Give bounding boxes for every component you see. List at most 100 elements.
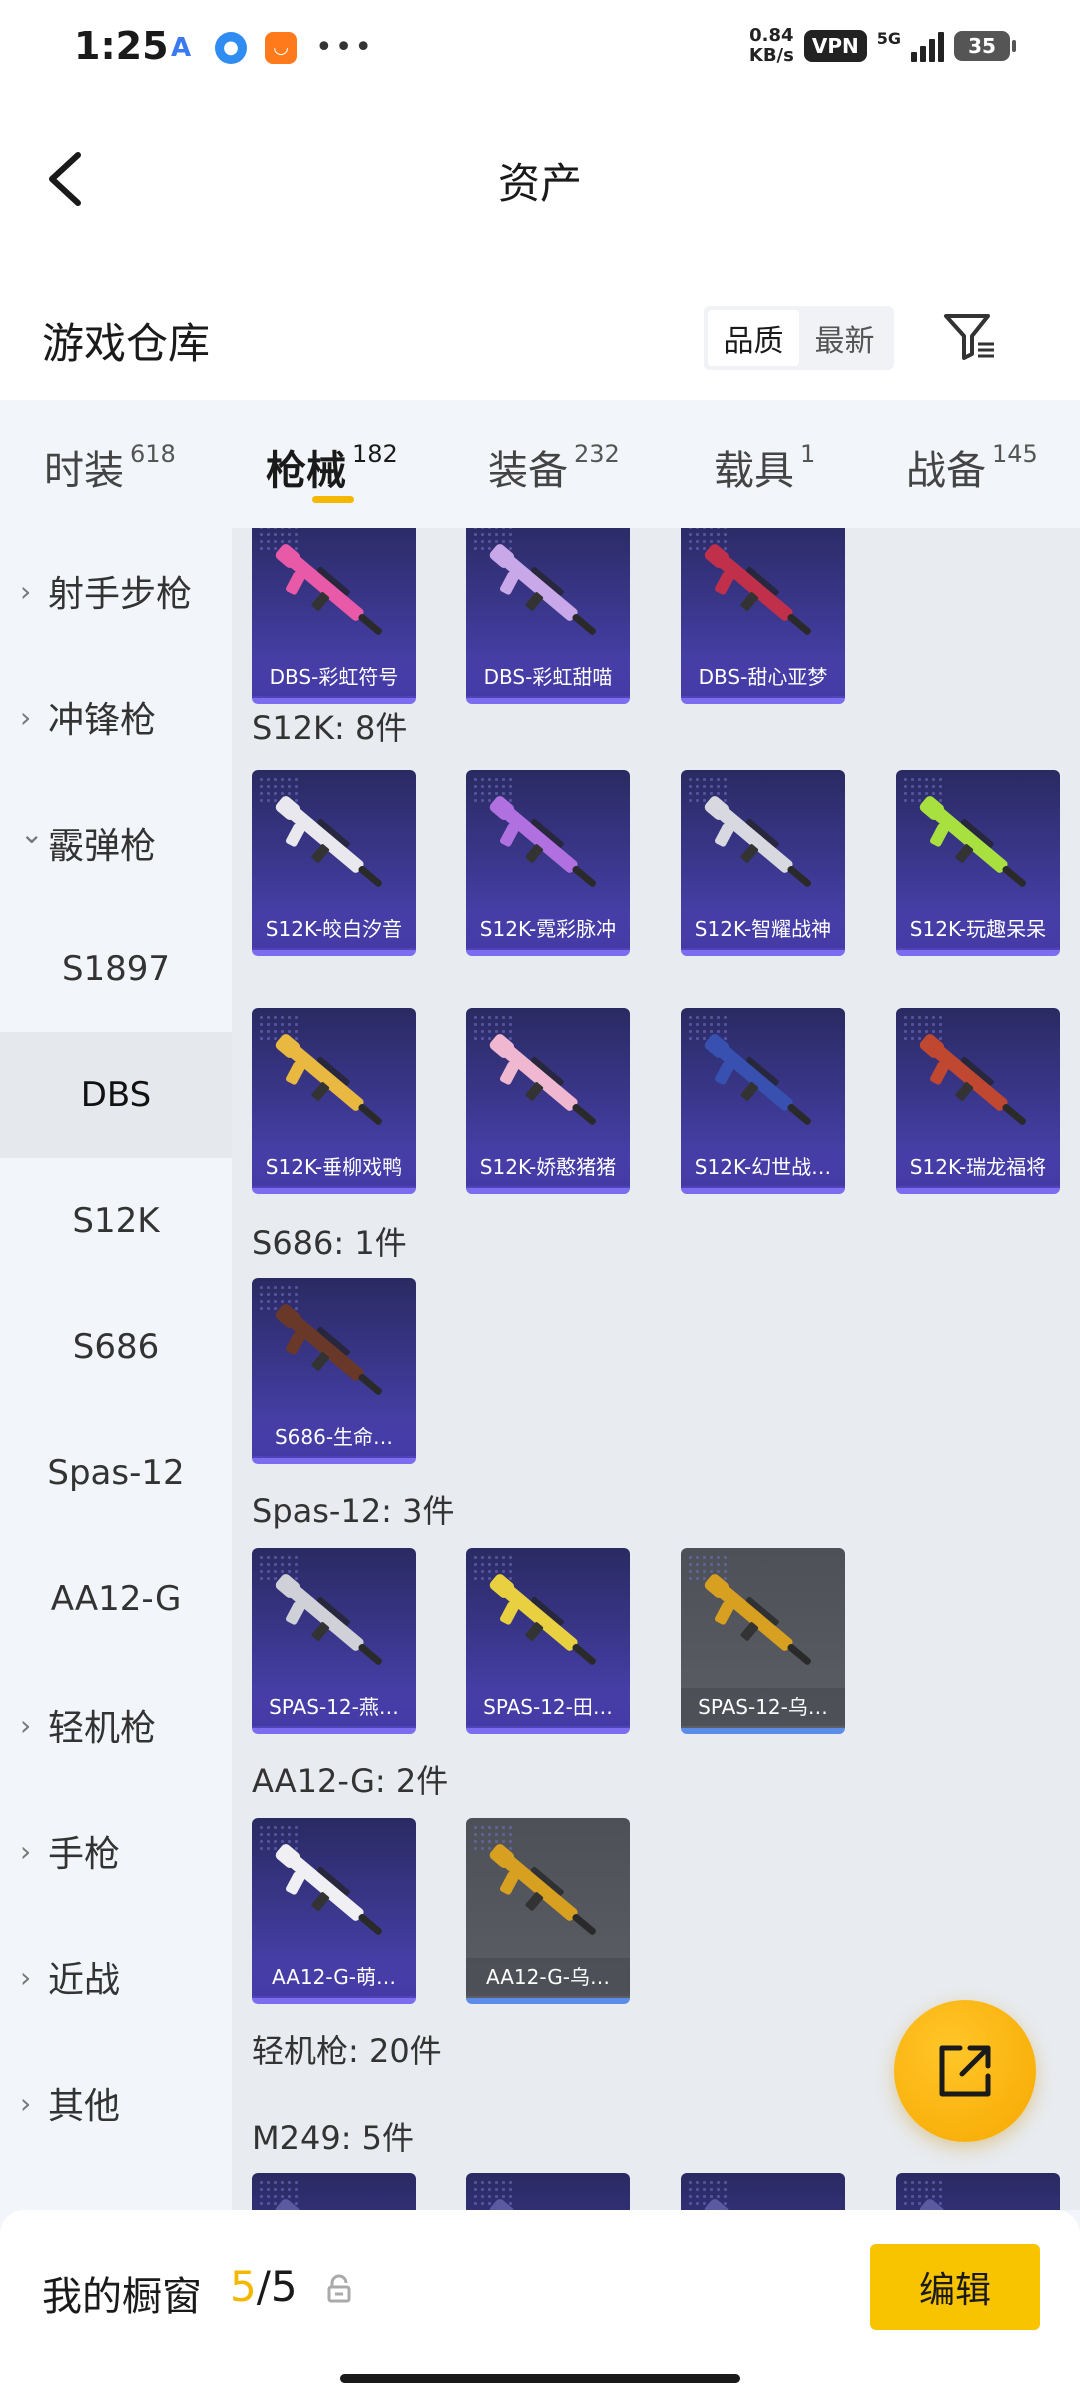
weapon-card[interactable] [896,2173,1060,2210]
share-external-icon [939,2045,991,2097]
weapon-card[interactable]: SPAS-12-田… [466,1548,630,1734]
weapon-card[interactable] [252,2173,416,2210]
weapon-name: S12K-皎白汐音 [252,910,416,948]
section-label: 轻机枪: 20件 [252,2032,442,2070]
chevron-right-icon: › [20,1834,32,1868]
weapon-image [270,788,398,908]
battery-level: 35 [968,34,996,58]
weapon-card[interactable] [681,2173,845,2210]
weapon-card[interactable]: AA12-G-乌… [466,1818,630,2004]
sidebar-item[interactable]: S12K [0,1158,232,1284]
weapon-image [270,1566,398,1686]
weapon-card[interactable]: S12K-皎白汐音 [252,770,416,956]
active-tab-indicator [312,496,354,503]
weapon-card[interactable]: S12K-幻世战… [681,1008,845,1194]
weapon-name: S12K-霓彩脉冲 [466,910,630,948]
sidebar-item[interactable]: S1897 [0,906,232,1032]
weapon-name: SPAS-12-田… [466,1688,630,1726]
weapon-card[interactable]: S12K-玩趣呆呆 [896,770,1060,956]
status-bar: 1:25 A ● ◡ ••• 0.84 KB/s VPN 5G 35 [0,0,1080,100]
weapon-card[interactable]: DBS-彩虹符号 [252,528,416,704]
showcase-label: 我的橱窗 [42,2274,202,2320]
sidebar-item-label: 霰弹枪 [48,826,157,867]
tab-equipment[interactable]: 装备 232 [488,438,620,496]
tab-supplies[interactable]: 战备 145 [906,438,1038,496]
weapon-card[interactable]: AA12-G-萌… [252,1818,416,2004]
warehouse-title: 游戏仓库 [42,319,211,368]
sidebar-item[interactable]: › 近战 [0,1914,232,2040]
weapon-card[interactable]: DBS-彩虹甜喵 [466,528,630,704]
app-a-icon: A [170,32,192,63]
weapon-image [699,2191,827,2210]
sidebar-item-label: S12K [72,1201,160,1241]
sidebar-item[interactable]: › 射手步枪 [0,528,232,654]
sort-option-quality[interactable]: 品质 [708,310,799,366]
weapon-image [270,1026,398,1146]
sidebar-item-label: S686 [72,1327,160,1367]
shopping-app-icon: ◡ [265,31,297,64]
chevron-right-icon: › [20,1960,32,1994]
weapon-image [699,536,827,656]
weapon-card[interactable]: S12K-垂柳戏鸭 [252,1008,416,1194]
lock-icon [327,2274,351,2303]
weapon-name: AA12-G-乌… [466,1958,630,1996]
weapon-image [914,1026,1042,1146]
weapon-card[interactable]: S12K-霓彩脉冲 [466,770,630,956]
sidebar-item-label: 轻机枪 [48,1708,157,1749]
weapon-name: AA12-G-萌… [252,1958,416,1996]
browser-app-icon: ● [215,31,247,64]
sidebar-item[interactable]: › 冲锋枪 [0,654,232,780]
weapon-name: DBS-彩虹符号 [252,658,416,696]
sort-toggle: 品质 最新 [704,306,894,370]
sidebar-item[interactable]: DBS [0,1032,232,1158]
sidebar-item-label: AA12-G [50,1579,182,1619]
edit-showcase-button[interactable]: 编辑 [870,2244,1040,2330]
sidebar-item[interactable]: › 轻机枪 [0,1662,232,1788]
sidebar-item-label: 冲锋枪 [48,700,157,741]
weapon-card[interactable]: S12K-娇憨猪猪 [466,1008,630,1194]
weapon-grid: DBS-彩虹符号 DBS-彩虹甜喵 DBS-甜心亚梦 S12K: 8件 S12K-皎白汐… [232,528,1080,2210]
sidebar-item[interactable]: › 手枪 [0,1788,232,1914]
category-tabs: 时装 618 枪械 182 装备 232 载具 1 战备 145 [0,400,1080,528]
weapon-name: SPAS-12-乌… [681,1688,845,1726]
section-label: Spas-12: 3件 [252,1492,455,1530]
tab-firearms[interactable]: 枪械 182 [266,438,398,496]
status-time: 1:25 [74,24,169,68]
page-title: 资产 [497,159,582,208]
weapon-image [914,2191,1042,2210]
weapon-image [484,1026,612,1146]
weapon-card[interactable]: DBS-甜心亚梦 [681,528,845,704]
weapon-name: S12K-垂柳戏鸭 [252,1148,416,1186]
sidebar-item[interactable]: S686 [0,1284,232,1410]
showcase-bar: 我的橱窗 5/5 编辑 [0,2210,1080,2400]
weapon-card[interactable]: SPAS-12-乌… [681,1548,845,1734]
weapon-card[interactable]: SPAS-12-燕… [252,1548,416,1734]
filter-button[interactable] [940,306,1000,366]
weapon-card[interactable]: S686-生命… [252,1278,416,1464]
tab-fashion[interactable]: 时装 618 [44,438,176,496]
vpn-badge: VPN [803,30,867,62]
sidebar-item[interactable]: ⌄ 霰弹枪 [0,780,232,906]
weapon-card[interactable]: S12K-瑞龙福将 [896,1008,1060,1194]
weapon-card[interactable] [466,2173,630,2210]
weapon-image [484,788,612,908]
weapon-card[interactable]: S12K-智耀战神 [681,770,845,956]
tab-vehicles[interactable]: 载具 1 [714,438,815,496]
weapon-image [484,536,612,656]
battery-icon: 35 [954,31,1016,61]
sort-option-newest[interactable]: 最新 [799,310,890,366]
home-indicator[interactable] [340,2374,740,2383]
chevron-right-icon: › [20,1708,32,1742]
section-label: S686: 1件 [252,1224,407,1262]
weapon-name: DBS-甜心亚梦 [681,658,845,696]
sidebar-item-label: 射手步枪 [48,574,193,615]
share-button[interactable] [894,2000,1036,2142]
showcase-count: 5/5 [230,2262,298,2311]
sidebar-item-label: 手枪 [48,1834,121,1875]
sidebar-item[interactable]: Spas-12 [0,1410,232,1536]
weapon-type-sidebar: › 射手步枪 › 冲锋枪 ⌄ 霰弹枪 S1897 DBS S12K S686 Spas-12 AA12… [0,528,232,2210]
sidebar-item[interactable]: AA12-G [0,1536,232,1662]
chevron-right-icon: › [20,700,32,734]
weapon-name: DBS-彩虹甜喵 [466,658,630,696]
sidebar-item[interactable]: › 其他 [0,2040,232,2166]
